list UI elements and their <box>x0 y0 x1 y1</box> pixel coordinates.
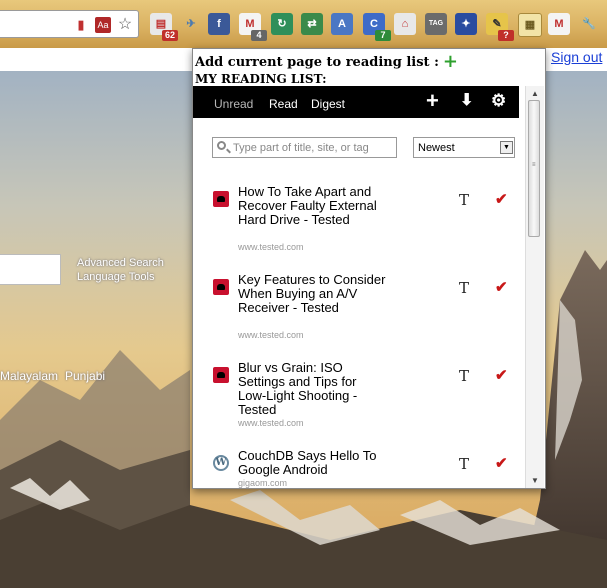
add-page-plus-icon[interactable]: + <box>443 53 458 71</box>
add-current-page-row[interactable]: Add current page to reading list : + <box>195 53 458 71</box>
text-view-button[interactable]: T <box>459 367 469 385</box>
facebook-icon[interactable]: f <box>208 13 230 35</box>
mark-read-check-icon[interactable]: ✔ <box>495 190 508 208</box>
scroll-down-arrow-icon[interactable]: ▼ <box>531 476 539 485</box>
extension-badge: 62 <box>162 30 178 41</box>
calendar-extension-icon[interactable]: C7 <box>363 13 391 41</box>
mark-read-check-icon[interactable]: ✔ <box>495 454 508 472</box>
tested-favicon-icon <box>213 191 229 207</box>
text-view-button[interactable]: T <box>459 279 469 297</box>
bookmark-icon[interactable]: ▮ <box>73 17 89 33</box>
add-plus-icon[interactable]: + <box>426 90 439 112</box>
add-current-page-label[interactable]: Add current page to reading list : <box>195 55 439 70</box>
tested-favicon-icon <box>213 279 229 295</box>
tag-icon[interactable]: TAG <box>425 13 447 35</box>
popup-scrollbar[interactable]: ▲ ≡ ▼ <box>525 86 544 488</box>
download-arrow-icon[interactable]: ⬇ <box>460 91 473 111</box>
acrobat-icon[interactable]: ⌂ <box>394 13 416 35</box>
browser-toolbar: ▮ Aa ☆ ▤ 62 ✈ f M 4 ↻ ⇄ A C 7 ⌂ TAG ✦ ✎? ▦ M 🔧 <box>0 0 607 49</box>
sort-value: Newest <box>418 142 455 154</box>
list-item[interactable]: How To Take Apart and Recover Faulty Ext… <box>193 185 523 273</box>
language-tools-link[interactable]: Language Tools <box>77 271 154 283</box>
sync-extension-icon[interactable]: ⇄ <box>301 13 323 35</box>
text-view-button[interactable]: T <box>459 455 469 473</box>
tools-extension-icon[interactable]: ✦ <box>455 13 477 35</box>
tab-digest[interactable]: Digest <box>311 97 345 111</box>
item-site: www.tested.com <box>238 418 304 428</box>
reading-list-popup: Add current page to reading list : + MY R… <box>192 48 546 489</box>
address-bar[interactable]: ▮ Aa ☆ <box>0 10 139 38</box>
extension-badge: 7 <box>375 30 391 41</box>
reading-list-icon[interactable]: ▦ <box>518 13 542 37</box>
extension-badge: ? <box>498 30 514 41</box>
sort-select[interactable]: Newest ▼ <box>413 137 515 158</box>
filter-input[interactable]: Type part of title, site, or tag <box>212 137 397 158</box>
item-title-link[interactable]: Key Features to Consider When Buying an … <box>238 273 388 315</box>
chevron-down-icon[interactable]: ▼ <box>500 141 513 154</box>
wordpress-favicon-icon: W <box>213 455 229 471</box>
item-title-link[interactable]: CouchDB Says Hello To Google Android <box>238 449 388 477</box>
wrench-icon[interactable]: 🔧 <box>578 13 600 35</box>
mark-read-check-icon[interactable]: ✔ <box>495 278 508 296</box>
scrollbar-thumb[interactable]: ≡ <box>528 100 540 237</box>
language-link-punjabi[interactable]: Punjabi <box>65 369 105 383</box>
bird-extension-icon[interactable]: ✈ <box>180 13 202 35</box>
list-item[interactable]: W CouchDB Says Hello To Google Android gig… <box>193 449 523 488</box>
search-icon <box>217 141 226 150</box>
item-site: gigaom.com <box>238 478 288 488</box>
filter-placeholder: Type part of title, site, or tag <box>233 142 369 154</box>
notes-extension-icon[interactable]: ✎? <box>486 13 514 41</box>
pdf-extension-icon[interactable]: ▤ 62 <box>150 13 178 41</box>
star-icon[interactable]: ☆ <box>117 17 133 33</box>
sign-out-link[interactable]: Sign out <box>551 49 602 65</box>
scroll-up-arrow-icon[interactable]: ▲ <box>531 89 539 98</box>
tested-favicon-icon <box>213 367 229 383</box>
dictionary-icon[interactable]: Aa <box>95 17 111 33</box>
extension-badge: 4 <box>251 30 267 41</box>
gmail-icon[interactable]: M <box>548 13 570 35</box>
tab-unread[interactable]: Unread <box>214 97 253 111</box>
item-title-link[interactable]: Blur vs Grain: ISO Settings and Tips for… <box>238 361 388 417</box>
translate-icon[interactable]: A <box>331 13 353 35</box>
language-link-malayalam[interactable]: Malayalam <box>0 369 58 383</box>
item-title-link[interactable]: How To Take Apart and Recover Faulty Ext… <box>238 185 388 227</box>
reading-list-heading: MY READING LIST: <box>195 72 327 86</box>
refresh-extension-icon[interactable]: ↻ <box>271 13 293 35</box>
list-item[interactable]: Blur vs Grain: ISO Settings and Tips for… <box>193 361 523 449</box>
tab-read[interactable]: Read <box>269 97 298 111</box>
text-view-button[interactable]: T <box>459 191 469 209</box>
reading-list-navbar: Unread Read Digest + ⬇ ⚙ <box>193 86 519 118</box>
mark-read-check-icon[interactable]: ✔ <box>495 366 508 384</box>
settings-gear-icon[interactable]: ⚙ <box>491 91 506 111</box>
item-site: www.tested.com <box>238 330 304 340</box>
search-input[interactable] <box>0 254 61 285</box>
item-site: www.tested.com <box>238 242 304 252</box>
advanced-search-link[interactable]: Advanced Search <box>77 257 164 269</box>
grip-lines-icon: ≡ <box>532 162 536 168</box>
gmail-checker-icon[interactable]: M4 <box>239 13 267 41</box>
list-item[interactable]: Key Features to Consider When Buying an … <box>193 273 523 361</box>
